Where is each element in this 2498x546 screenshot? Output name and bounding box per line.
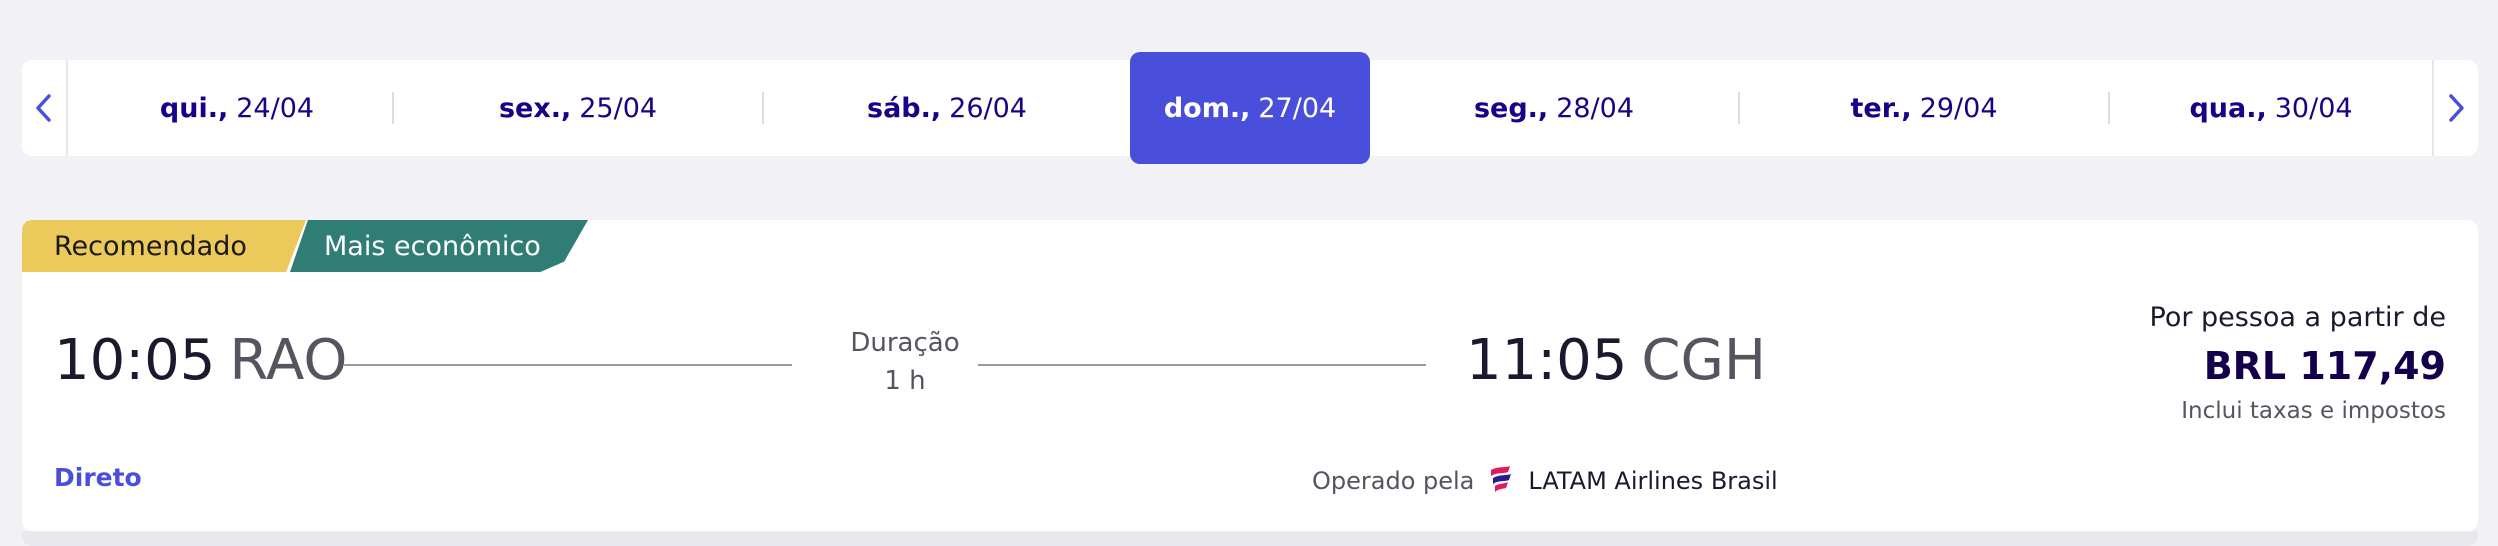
card-stack-edge bbox=[22, 531, 2478, 546]
weekday-label: qua., bbox=[2189, 92, 2267, 124]
arrival-time: 11:05 bbox=[1466, 328, 1628, 393]
operated-by-label: Operado pela bbox=[1312, 467, 1475, 495]
chevron-left-icon bbox=[36, 94, 51, 122]
date-label: 28/04 bbox=[1556, 92, 1635, 124]
price-amount: BRL 117,49 bbox=[2203, 344, 2446, 388]
duration-label: Duração bbox=[850, 328, 960, 358]
arrival: 11:05 CGH bbox=[1466, 328, 1766, 393]
duration-value: 1 h bbox=[884, 366, 926, 396]
flight-card[interactable]: Recomendado Mais econômico 10:05 RAO Dura… bbox=[22, 220, 2478, 531]
price-note: Inclui taxas e impostos bbox=[2181, 398, 2446, 424]
date-label: 25/04 bbox=[579, 92, 658, 124]
prev-dates-button[interactable] bbox=[22, 60, 68, 156]
date-selector: qui., 24/04 sex., 25/04 sáb., 26/04 dom., 27… bbox=[22, 52, 2478, 164]
departure-time: 10:05 bbox=[54, 328, 216, 393]
arrival-airport: CGH bbox=[1641, 328, 1766, 393]
departure: 10:05 RAO bbox=[54, 328, 347, 393]
airline-name: LATAM Airlines Brasil bbox=[1528, 467, 1778, 495]
date-label: 26/04 bbox=[949, 92, 1027, 124]
date-option[interactable]: qua., 30/04 bbox=[2110, 60, 2432, 156]
flight-duration: Duração 1 h bbox=[812, 324, 998, 400]
route-line bbox=[978, 364, 1426, 366]
date-option[interactable]: qui., 24/04 bbox=[82, 60, 392, 156]
cheapest-badge: Mais econômico bbox=[290, 220, 588, 272]
operated-by: Operado pela LATAM Airlines Brasil bbox=[1312, 464, 1778, 498]
date-option-selected[interactable]: dom., 27/04 bbox=[1130, 52, 1370, 164]
next-dates-button[interactable] bbox=[2432, 60, 2478, 156]
weekday-label: qui., bbox=[159, 92, 229, 124]
weekday-label: sex., bbox=[498, 92, 572, 124]
date-label: 29/04 bbox=[1919, 92, 1998, 124]
date-option[interactable]: seg., 28/04 bbox=[1370, 60, 1738, 156]
date-label: 27/04 bbox=[1258, 92, 1337, 124]
weekday-label: seg., bbox=[1473, 92, 1549, 124]
date-label: 30/04 bbox=[2274, 92, 2353, 124]
route-line bbox=[344, 364, 792, 366]
weekday-label: ter., bbox=[1850, 92, 1912, 124]
date-option[interactable]: ter., 29/04 bbox=[1740, 60, 2108, 156]
price-label: Por pessoa a partir de bbox=[2149, 302, 2447, 333]
date-option[interactable]: sáb., 26/04 bbox=[764, 60, 1130, 156]
stops-link[interactable]: Direto bbox=[54, 463, 142, 492]
departure-airport: RAO bbox=[229, 328, 348, 393]
recommended-badge: Recomendado bbox=[22, 220, 306, 272]
flight-badges: Recomendado Mais econômico bbox=[22, 220, 622, 272]
weekday-label: sáb., bbox=[867, 92, 942, 124]
latam-logo-icon bbox=[1491, 466, 1512, 492]
date-option[interactable]: sex., 25/04 bbox=[394, 60, 762, 156]
date-label: 24/04 bbox=[236, 92, 315, 124]
weekday-label: dom., bbox=[1163, 92, 1251, 124]
chevron-right-icon bbox=[2449, 94, 2464, 122]
